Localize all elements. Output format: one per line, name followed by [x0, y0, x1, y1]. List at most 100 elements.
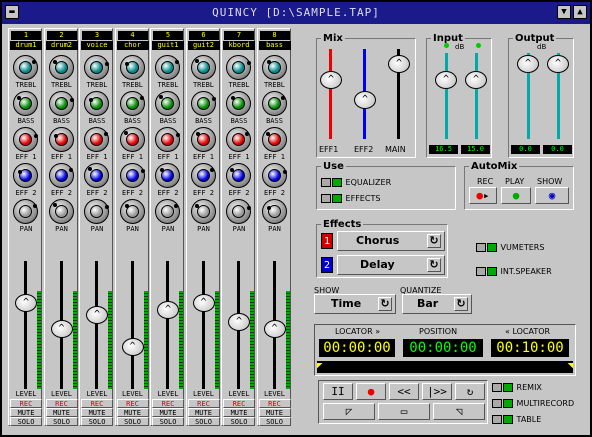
remix-checkbox[interactable]: REMIX: [492, 382, 542, 393]
minimize-button[interactable]: ▼: [557, 5, 571, 19]
automix-rec-button[interactable]: ●▸: [469, 187, 497, 204]
play-button[interactable]: |>>: [422, 383, 452, 400]
output-left-fader[interactable]: [517, 55, 539, 73]
level-fader[interactable]: [228, 312, 250, 331]
rec-button[interactable]: REC: [223, 399, 255, 408]
eff1-knob[interactable]: [13, 127, 38, 152]
mix-main-fader[interactable]: [388, 55, 410, 73]
hold-button[interactable]: ▭: [378, 403, 430, 420]
level-fader[interactable]: [157, 301, 179, 320]
pan-knob[interactable]: [84, 199, 109, 224]
fade-in-button[interactable]: ◸: [323, 403, 375, 420]
eff1-knob[interactable]: [226, 127, 251, 152]
bass-knob[interactable]: [155, 91, 180, 116]
solo-button[interactable]: SOLO: [116, 417, 149, 426]
pause-button[interactable]: II: [323, 383, 353, 400]
treble-knob[interactable]: [13, 55, 38, 80]
treble-knob[interactable]: [226, 55, 251, 80]
channel-name[interactable]: chor: [116, 41, 149, 50]
solo-button[interactable]: SOLO: [81, 417, 113, 426]
bass-knob[interactable]: [119, 91, 145, 116]
eff1-knob[interactable]: [119, 127, 145, 152]
level-fader[interactable]: [86, 305, 108, 324]
effects-checkbox[interactable]: EFFECTS: [321, 193, 380, 204]
record-button[interactable]: ●: [356, 383, 386, 400]
channel-name[interactable]: guit2: [187, 41, 220, 50]
bass-knob[interactable]: [13, 91, 38, 116]
title-bar[interactable]: ▬ QUINCY [D:\SAMPLE.TAP] ▼ ▲: [2, 2, 590, 24]
pan-knob[interactable]: [119, 199, 145, 224]
eff1-knob[interactable]: [261, 127, 287, 152]
bass-knob[interactable]: [48, 91, 74, 116]
bass-knob[interactable]: [261, 91, 287, 116]
multirecord-checkbox[interactable]: MULTIRECORD: [492, 398, 574, 409]
level-fader[interactable]: [15, 294, 37, 313]
input-right-fader[interactable]: [465, 71, 487, 89]
input-left-fader[interactable]: [435, 71, 457, 89]
mute-button[interactable]: MUTE: [187, 408, 220, 417]
solo-button[interactable]: SOLO: [10, 417, 42, 426]
bass-knob[interactable]: [226, 91, 251, 116]
output-right-fader[interactable]: [547, 55, 569, 73]
pan-knob[interactable]: [261, 199, 287, 224]
mute-button[interactable]: MUTE: [223, 408, 255, 417]
mute-button[interactable]: MUTE: [152, 408, 184, 417]
eff1-knob[interactable]: [48, 127, 74, 152]
solo-button[interactable]: SOLO: [258, 417, 291, 426]
position-bar[interactable]: ◤ ◥: [317, 361, 573, 373]
rec-button[interactable]: REC: [187, 399, 220, 408]
automix-play-button[interactable]: ●: [501, 187, 531, 204]
mute-button[interactable]: MUTE: [81, 408, 113, 417]
channel-name[interactable]: voice: [81, 41, 113, 50]
pan-knob[interactable]: [155, 199, 180, 224]
level-fader[interactable]: [192, 294, 215, 313]
eff2-knob[interactable]: [13, 163, 38, 188]
automix-show-button[interactable]: ◉: [535, 187, 569, 204]
rec-button[interactable]: REC: [152, 399, 184, 408]
treble-knob[interactable]: [48, 55, 74, 80]
treble-knob[interactable]: [261, 55, 287, 80]
mix-eff1-fader[interactable]: [320, 71, 342, 89]
mute-button[interactable]: MUTE: [10, 408, 42, 417]
equalizer-checkbox[interactable]: EQUALIZER: [321, 177, 391, 188]
rec-button[interactable]: REC: [45, 399, 78, 408]
treble-knob[interactable]: [190, 55, 216, 80]
effect-slot-2-select[interactable]: Delay ↻: [337, 255, 445, 275]
mute-button[interactable]: MUTE: [258, 408, 291, 417]
mute-button[interactable]: MUTE: [116, 408, 149, 417]
channel-name[interactable]: kbord: [223, 41, 255, 50]
vumeters-checkbox[interactable]: VUMETERS: [476, 242, 544, 253]
level-fader[interactable]: [263, 320, 286, 338]
rec-button[interactable]: REC: [116, 399, 149, 408]
solo-button[interactable]: SOLO: [45, 417, 78, 426]
fade-out-button[interactable]: ◹: [433, 403, 485, 420]
eff2-knob[interactable]: [84, 163, 109, 188]
rec-button[interactable]: REC: [81, 399, 113, 408]
level-fader[interactable]: [121, 337, 144, 356]
eff2-knob[interactable]: [155, 163, 180, 188]
pan-knob[interactable]: [190, 199, 216, 224]
rewind-button[interactable]: <<: [389, 383, 419, 400]
bass-knob[interactable]: [190, 91, 216, 116]
maximize-button[interactable]: ▲: [573, 5, 587, 19]
effect-slot-1-select[interactable]: Chorus ↻: [337, 231, 445, 251]
pan-knob[interactable]: [226, 199, 251, 224]
pan-knob[interactable]: [13, 199, 38, 224]
mix-eff2-fader[interactable]: [354, 91, 376, 109]
channel-name[interactable]: drum1: [10, 41, 42, 50]
eff1-knob[interactable]: [155, 127, 180, 152]
eff2-knob[interactable]: [119, 163, 145, 188]
eff1-knob[interactable]: [84, 127, 109, 152]
solo-button[interactable]: SOLO: [187, 417, 220, 426]
treble-knob[interactable]: [84, 55, 109, 80]
speaker-checkbox[interactable]: INT.SPEAKER: [476, 266, 552, 277]
loop-button[interactable]: ↻: [455, 383, 485, 400]
channel-name[interactable]: guit1: [152, 41, 184, 50]
channel-name[interactable]: bass: [258, 41, 291, 50]
bass-knob[interactable]: [84, 91, 109, 116]
table-checkbox[interactable]: TABLE: [492, 414, 541, 425]
eff2-knob[interactable]: [190, 163, 216, 188]
channel-name[interactable]: drum2: [45, 41, 78, 50]
eff1-knob[interactable]: [190, 127, 216, 152]
solo-button[interactable]: SOLO: [152, 417, 184, 426]
